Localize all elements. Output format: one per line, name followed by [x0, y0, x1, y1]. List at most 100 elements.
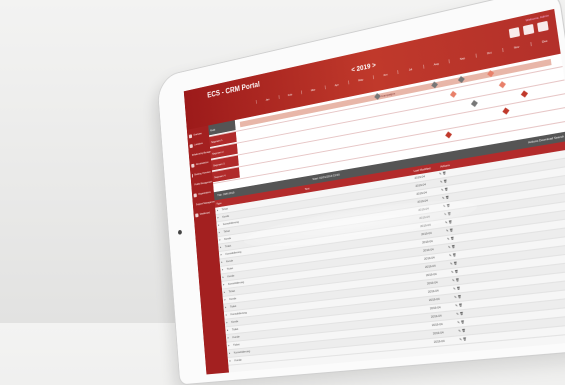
expand-icon[interactable]: ▸	[229, 359, 231, 363]
row-actions[interactable]: ✎ 🗑	[448, 244, 455, 249]
row-date: 2019-04	[416, 190, 427, 196]
month-sep[interactable]: Sep	[448, 54, 475, 64]
sidebar-item-label: Administration	[196, 161, 209, 166]
expand-icon[interactable]: ▸	[221, 260, 223, 264]
row-actions[interactable]: ✎ 🗑	[452, 278, 460, 283]
export-icon[interactable]	[523, 24, 534, 35]
row-actions[interactable]: ✎ 🗑	[457, 320, 465, 325]
row-actions[interactable]: ✎ 🗑	[439, 171, 446, 176]
menu-icon	[194, 193, 197, 197]
sidebar-item-label: Overview	[193, 132, 201, 136]
milestone-icon[interactable]	[450, 91, 457, 98]
expand-icon[interactable]: ▸	[226, 320, 228, 324]
row-actions[interactable]: ✎ 🗑	[449, 253, 457, 258]
month-oct[interactable]: Oct	[475, 48, 503, 58]
menu-icon	[191, 163, 194, 167]
month-nov[interactable]: Nov	[502, 42, 530, 52]
row-actions[interactable]: ✎ 🗑	[458, 328, 466, 333]
expand-icon[interactable]: ▸	[228, 343, 230, 347]
row-actions[interactable]: ✎ 🗑	[454, 294, 462, 299]
milestone-icon[interactable]	[445, 131, 452, 138]
expand-icon[interactable]: ▸	[222, 268, 224, 272]
month-jun[interactable]: Jun	[372, 70, 397, 79]
row-actions[interactable]: ✎ 🗑	[440, 179, 447, 184]
row-text: Kunde	[232, 335, 239, 340]
row-date: 2019-04	[434, 339, 445, 344]
milestone-icon[interactable]	[471, 100, 478, 107]
row-actions[interactable]: ✎ 🗑	[451, 269, 459, 274]
row-actions[interactable]: ✎ 🗑	[455, 303, 463, 308]
column-header[interactable]: Text	[305, 186, 310, 191]
expand-icon[interactable]: ▸	[219, 230, 221, 234]
expand-icon[interactable]: ▸	[224, 290, 226, 294]
row-date: 2019-04	[424, 255, 435, 260]
sidebar-item[interactable]: Administration	[191, 159, 210, 169]
expand-icon[interactable]: ▸	[217, 216, 219, 220]
column-header[interactable]: Type	[216, 201, 221, 206]
sidebar-item[interactable]: Relationship Manager	[190, 149, 209, 159]
expand-icon[interactable]: ▸	[223, 283, 225, 287]
month-mar[interactable]: Mar	[301, 86, 325, 95]
expand-icon[interactable]: ▸	[229, 351, 231, 355]
row-text: Ticket	[225, 244, 232, 249]
sidebar-item-label: Support Management	[196, 200, 216, 206]
column-header[interactable]: Actions	[440, 163, 450, 169]
sidebar-item[interactable]: Dashboard	[195, 209, 214, 218]
sidebar-item[interactable]: Overview	[189, 129, 208, 139]
expand-icon[interactable]: ▸	[217, 208, 219, 212]
row-actions[interactable]: ✎ 🗑	[456, 311, 464, 316]
row-text: Kunde	[224, 236, 231, 241]
expand-icon[interactable]: ▸	[224, 298, 226, 302]
sidebar-item[interactable]: Profile Management	[193, 179, 212, 189]
expand-icon[interactable]: ▸	[220, 245, 222, 249]
settings-icon[interactable]	[537, 21, 549, 32]
sidebar-item[interactable]: Booking Overview	[192, 169, 211, 179]
menu-icon	[195, 213, 198, 217]
row-text: Ticket	[233, 342, 240, 346]
month-dec[interactable]: Dec	[530, 36, 559, 46]
row-date: 2019-04	[423, 247, 434, 252]
expand-icon[interactable]: ▸	[222, 275, 224, 279]
expand-icon[interactable]: ▸	[219, 238, 221, 242]
row-date: 2019-04	[414, 174, 425, 180]
print-icon[interactable]	[509, 27, 520, 38]
row-actions[interactable]: ✎ 🗑	[442, 195, 449, 200]
row-text: Kunde	[222, 214, 229, 219]
month-apr[interactable]: Apr	[324, 81, 348, 90]
month-jul[interactable]: Jul	[397, 65, 423, 74]
expand-icon[interactable]: ▸	[226, 313, 228, 317]
month-may[interactable]: May	[348, 76, 373, 85]
row-actions[interactable]: ✎ 🗑	[459, 337, 467, 342]
row-text: Konsolidierung	[234, 349, 251, 354]
toolbar-title: Title: CRM 2019	[217, 191, 234, 198]
row-actions[interactable]: ✎ 🗑	[453, 286, 461, 291]
row-date: 2019-04	[428, 288, 439, 293]
row-text: Kunde	[234, 358, 241, 363]
row-date: 2019-04	[429, 297, 440, 302]
row-actions[interactable]: ✎ 🗑	[446, 228, 453, 233]
sidebar-item[interactable]: Organizations	[193, 189, 212, 199]
expand-icon[interactable]: ▸	[227, 328, 229, 332]
expand-icon[interactable]: ▸	[228, 336, 230, 340]
milestone-icon[interactable]	[502, 107, 509, 114]
sidebar-item-label: Relationship Manager	[192, 150, 212, 156]
expand-icon[interactable]: ▸	[218, 223, 220, 227]
expand-icon[interactable]: ▸	[225, 305, 227, 309]
month-feb[interactable]: Feb	[278, 91, 301, 99]
month-jan[interactable]: Jan	[256, 95, 279, 103]
row-actions[interactable]: ✎ 🗑	[450, 261, 458, 266]
row-date: 2019-04	[426, 272, 437, 277]
row-text: Ticket	[222, 207, 229, 212]
sidebar-item[interactable]: Support Management	[194, 199, 213, 208]
milestone-icon[interactable]	[499, 81, 506, 88]
row-actions[interactable]: ✎ 🗑	[447, 236, 454, 241]
sidebar-item[interactable]: Locations	[189, 139, 208, 149]
menu-icon	[192, 173, 193, 177]
sidebar-item-label: Profile Management	[194, 181, 212, 187]
month-aug[interactable]: Aug	[423, 59, 449, 68]
row-text: Konsolidierung	[223, 220, 239, 226]
row-actions[interactable]: ✎ 🗑	[441, 187, 448, 192]
milestone-icon[interactable]	[521, 90, 528, 97]
year-selector[interactable]: < 2019 >	[351, 62, 376, 74]
expand-icon[interactable]: ▸	[221, 253, 223, 257]
